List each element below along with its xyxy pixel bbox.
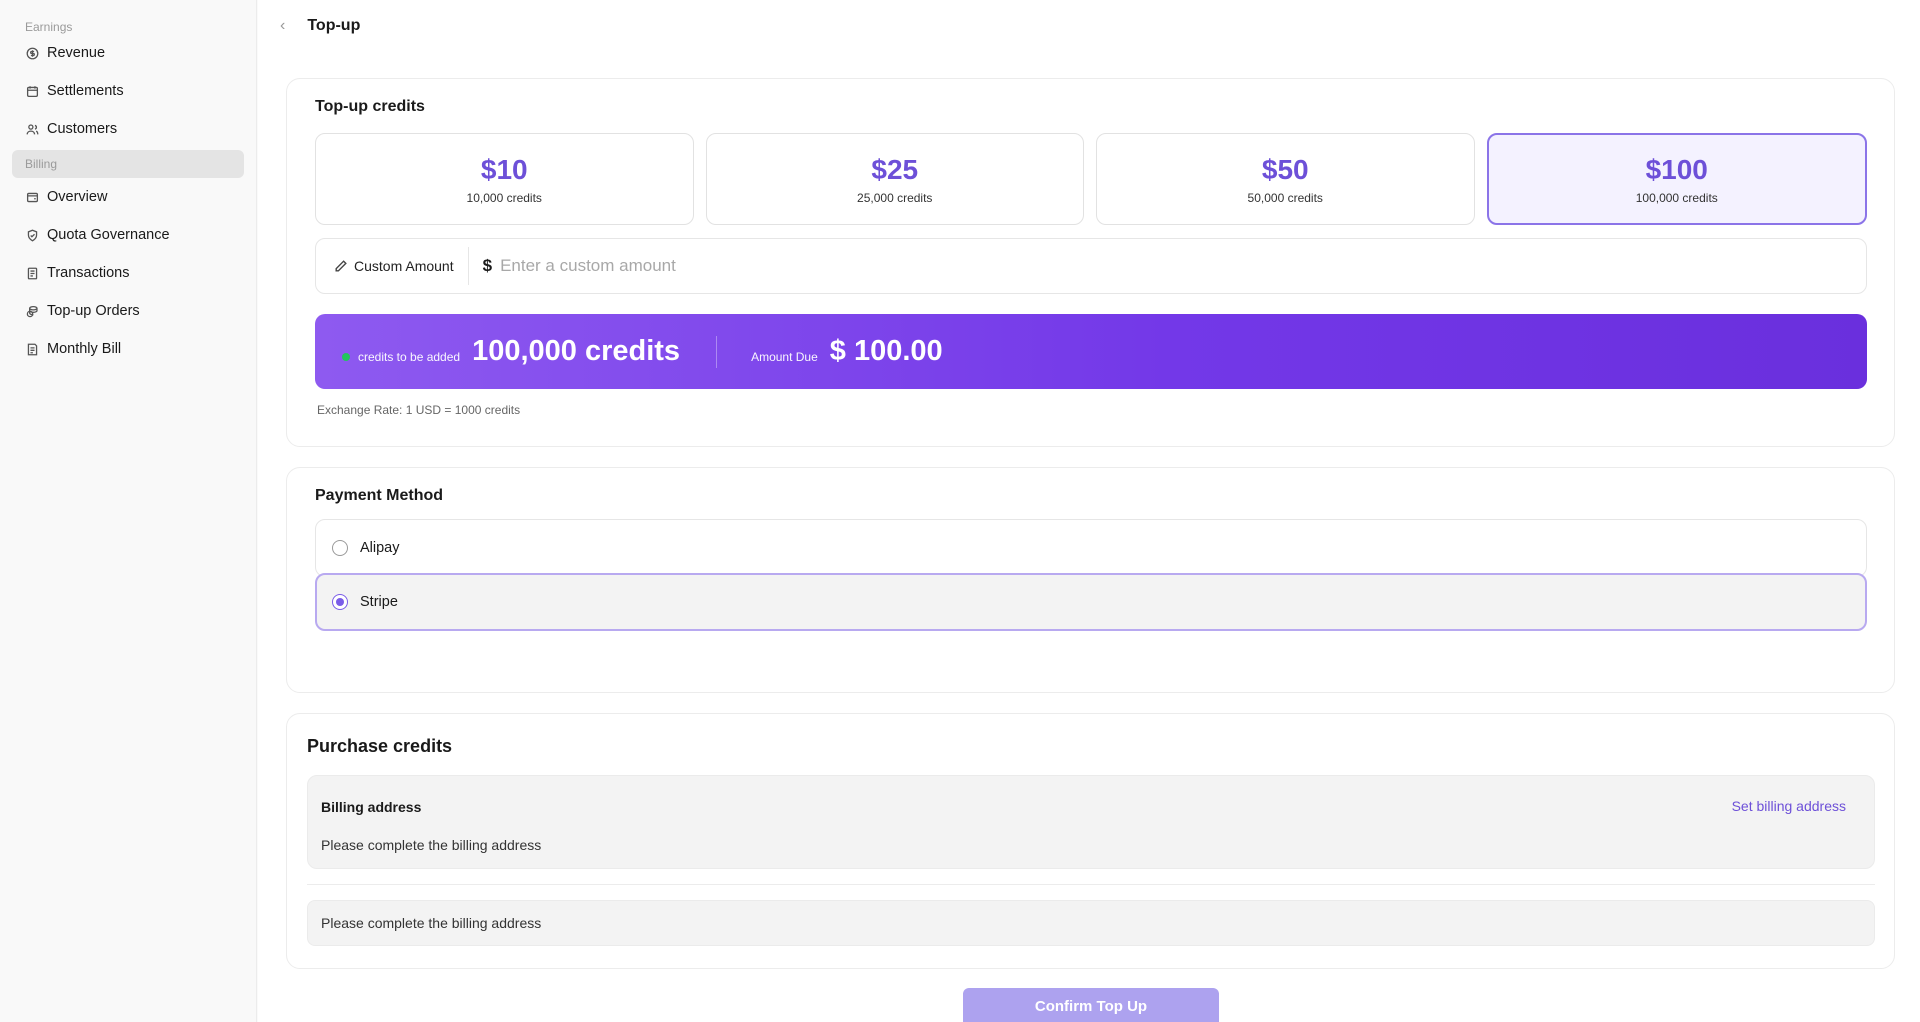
sidebar-item-transactions[interactable]: Transactions: [0, 254, 256, 292]
divider: [307, 884, 1875, 885]
custom-amount-field: Custom Amount $: [315, 238, 1867, 294]
payment-option-stripe[interactable]: Stripe: [315, 573, 1867, 631]
sidebar-item-quota-governance[interactable]: Quota Governance: [0, 216, 256, 254]
wallet-icon: [25, 190, 39, 204]
preset-option-100[interactable]: $100 100,000 credits: [1486, 133, 1867, 225]
sidebar-item-customers[interactable]: Customers: [0, 110, 256, 148]
preset-amount: $10: [480, 154, 528, 185]
topup-credits-card: Top-up credits $10 10,000 credits $25 25…: [286, 78, 1895, 447]
pencil-icon: [335, 260, 347, 272]
sidebar-item-label: Monthly Bill: [47, 341, 122, 357]
sidebar-item-label: Customers: [47, 121, 118, 137]
sidebar-item-label: Quota Governance: [47, 227, 170, 243]
radio-button[interactable]: [332, 594, 348, 610]
custom-amount-label: Custom Amount: [316, 247, 469, 285]
page-header: ‹ Top-up: [258, 0, 1920, 52]
preset-credits: 25,000 credits: [857, 191, 933, 205]
bill-icon: [25, 342, 39, 356]
sidebar: Earnings Revenue Settlements Customers B…: [0, 0, 257, 1022]
custom-amount-input[interactable]: [500, 256, 1866, 276]
banner-divider: [716, 335, 718, 368]
credits-to-add-value: 100,000 credits: [472, 335, 681, 367]
status-dot: [342, 352, 350, 361]
purchase-credits-card: Purchase credits Billing address Set bil…: [286, 713, 1895, 969]
sidebar-section-earnings: Earnings: [25, 20, 73, 34]
coins-icon: [25, 304, 39, 318]
radio-button[interactable]: [332, 540, 348, 556]
users-icon: [25, 122, 39, 136]
preset-credits: 50,000 credits: [1247, 191, 1323, 205]
main-content: ‹ Top-up Top-up credits $10 10,000 credi…: [258, 0, 1920, 1022]
topup-card-title: Top-up credits: [315, 98, 425, 115]
purchase-card-title: Purchase credits: [307, 736, 453, 756]
amount-due-label: Amount Due: [751, 349, 818, 364]
dollar-circle-icon: [25, 46, 39, 60]
sidebar-section-billing[interactable]: Billing: [12, 150, 244, 178]
sidebar-item-revenue[interactable]: Revenue: [0, 34, 256, 72]
sidebar-item-monthly-bill[interactable]: Monthly Bill: [0, 330, 256, 368]
preset-amounts: $10 10,000 credits $25 25,000 credits $5…: [315, 133, 1867, 225]
shield-icon: [25, 228, 39, 242]
set-billing-address-link[interactable]: Set billing address: [1732, 798, 1846, 814]
preset-option-25[interactable]: $25 25,000 credits: [705, 133, 1084, 225]
sidebar-item-overview[interactable]: Overview: [0, 178, 256, 216]
sidebar-item-label: Settlements: [47, 83, 124, 99]
sidebar-item-label: Transactions: [47, 265, 130, 281]
payment-option-label: Stripe: [360, 594, 398, 610]
preset-option-10[interactable]: $10 10,000 credits: [315, 133, 694, 225]
amount-due-value: $ 100.00: [829, 335, 943, 367]
billing-address-notice: Please complete the billing address: [307, 900, 1875, 946]
preset-credits: 10,000 credits: [466, 191, 542, 205]
sidebar-item-settlements[interactable]: Settlements: [0, 72, 256, 110]
credits-to-add-label: credits to be added: [358, 349, 461, 364]
billing-address-box: Billing address Set billing address Plea…: [307, 775, 1875, 869]
currency-symbol: $: [482, 256, 493, 275]
preset-amount: $50: [1261, 154, 1309, 185]
chevron-left-icon[interactable]: ‹: [280, 17, 285, 35]
payment-card-title: Payment Method: [315, 487, 444, 504]
billing-address-message: Please complete the billing address: [321, 837, 542, 853]
receipt-icon: [25, 266, 39, 280]
summary-banner: credits to be added 100,000 credits Amou…: [315, 314, 1867, 389]
preset-option-50[interactable]: $50 50,000 credits: [1096, 133, 1475, 225]
payment-option-alipay[interactable]: Alipay: [315, 519, 1867, 577]
custom-amount-label-text: Custom Amount: [354, 258, 454, 274]
confirm-top-up-button[interactable]: Confirm Top Up: [963, 988, 1219, 1022]
preset-amount: $25: [871, 154, 919, 185]
preset-credits: 100,000 credits: [1635, 191, 1718, 205]
payment-option-label: Alipay: [360, 540, 400, 556]
billing-address-title: Billing address: [321, 799, 422, 815]
sidebar-item-label: Overview: [47, 189, 108, 205]
calendar-icon: [25, 84, 39, 98]
payment-method-card: Payment Method Alipay Stripe: [286, 467, 1895, 693]
page-title: Top-up: [307, 17, 361, 34]
sidebar-item-label: Revenue: [47, 45, 106, 61]
sidebar-item-top-up-orders[interactable]: Top-up Orders: [0, 292, 256, 330]
preset-amount: $100: [1645, 154, 1708, 185]
exchange-rate: Exchange Rate: 1 USD = 1000 credits: [317, 403, 521, 417]
sidebar-item-label: Top-up Orders: [47, 303, 140, 319]
